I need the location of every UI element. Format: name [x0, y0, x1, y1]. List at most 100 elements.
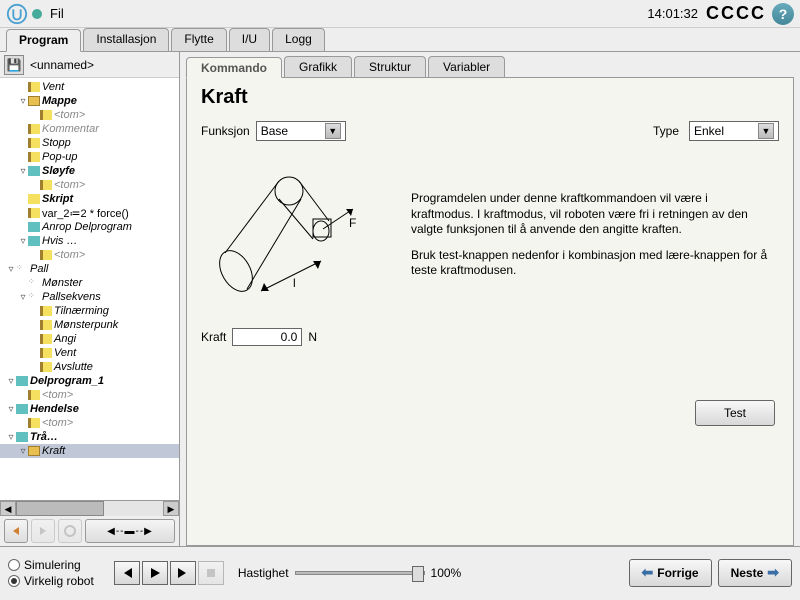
tab-program[interactable]: Program — [6, 29, 81, 52]
left-panel: 💾 <unnamed> Vent▿Mappe<tom>KommentarStop… — [0, 52, 180, 546]
radio-simulering[interactable]: Simulering — [8, 558, 94, 572]
tree-row[interactable]: Vent — [0, 80, 179, 94]
tree-row[interactable]: Tilnærming — [0, 304, 179, 318]
command-panel: Kraft Funksjon Base ▼ Type Enkel ▼ — [186, 78, 794, 546]
tree-row[interactable]: ▿Hvis … — [0, 234, 179, 248]
scroll-right-icon[interactable]: ▶ — [163, 501, 179, 516]
force-diagram: F l — [201, 161, 401, 321]
tree-row[interactable]: ▿⁘Pallsekvens — [0, 290, 179, 304]
test-button[interactable]: Test — [695, 400, 775, 426]
radio-virkelig[interactable]: Virkelig robot — [8, 574, 94, 588]
refresh-button[interactable] — [58, 519, 82, 543]
tree-hscroll[interactable]: ◀ ▶ — [0, 500, 179, 516]
skip-back-button[interactable] — [114, 561, 140, 585]
tree-row[interactable]: Kommentar — [0, 122, 179, 136]
tree-row[interactable]: <tom> — [0, 388, 179, 402]
footer: Simulering Virkelig robot Hastighet 100%… — [0, 546, 800, 598]
right-panel: Kommando Grafikk Struktur Variabler Kraf… — [180, 52, 800, 546]
prev-label: Forrige — [657, 566, 698, 580]
tree-row[interactable]: ▿Delprogram_1 — [0, 374, 179, 388]
funksjon-value: Base — [261, 124, 321, 138]
tree-row[interactable]: ▿Trå… — [0, 430, 179, 444]
tree-row[interactable]: ▿Hendelse — [0, 402, 179, 416]
subtab-grafikk[interactable]: Grafikk — [284, 56, 352, 77]
tree-row[interactable]: Skript — [0, 192, 179, 206]
kraft-label: Kraft — [201, 330, 226, 344]
subtab-kommando[interactable]: Kommando — [186, 57, 282, 78]
skip-forward-button[interactable] — [170, 561, 196, 585]
play-button[interactable] — [142, 561, 168, 585]
kraft-input[interactable] — [232, 328, 302, 346]
tree-row[interactable]: Angi — [0, 332, 179, 346]
tree-row[interactable]: ⁘Mønster — [0, 276, 179, 290]
slide-control[interactable]: ◀--▬--▶ — [85, 519, 175, 543]
speed-control: Hastighet 100% — [238, 566, 461, 580]
speed-value: 100% — [431, 566, 462, 580]
tree-row[interactable]: ▿Mappe — [0, 94, 179, 108]
type-dropdown[interactable]: Enkel ▼ — [689, 121, 779, 141]
program-header: 💾 <unnamed> — [0, 52, 179, 78]
tab-installasjon[interactable]: Installasjon — [83, 28, 169, 51]
radio-sim-label: Simulering — [24, 558, 81, 572]
tree-row[interactable]: <tom> — [0, 248, 179, 262]
type-value: Enkel — [694, 124, 754, 138]
tree-row[interactable]: var_2≔2 * force() — [0, 206, 179, 220]
tree-row[interactable]: Stopp — [0, 136, 179, 150]
next-button[interactable]: Neste➡ — [718, 559, 792, 587]
cccc-label: CCCC — [706, 3, 766, 24]
slider-thumb[interactable] — [412, 566, 424, 582]
speed-slider[interactable] — [295, 571, 425, 575]
chevron-down-icon: ▼ — [325, 123, 341, 139]
redo-button[interactable] — [31, 519, 55, 543]
playback-controls — [114, 561, 224, 585]
subtab-variabler[interactable]: Variabler — [428, 56, 505, 77]
tree-row[interactable]: Avslutte — [0, 360, 179, 374]
tree-row[interactable]: Anrop Delprogram — [0, 220, 179, 234]
chevron-down-icon: ▼ — [758, 123, 774, 139]
radio-icon — [8, 559, 20, 571]
tree-row[interactable]: <tom> — [0, 178, 179, 192]
tree-row[interactable]: ▿Kraft — [0, 444, 179, 458]
undo-button[interactable] — [4, 519, 28, 543]
desc-paragraph-2: Bruk test-knappen nedenfor i kombinasjon… — [411, 248, 769, 279]
scroll-left-icon[interactable]: ◀ — [0, 501, 16, 516]
help-icon[interactable]: ? — [772, 3, 794, 25]
program-name: <unnamed> — [30, 58, 94, 72]
tree-row[interactable]: Mønsterpunk — [0, 318, 179, 332]
save-icon[interactable]: 💾 — [4, 55, 24, 75]
tree-row[interactable]: <tom> — [0, 416, 179, 430]
tree-row[interactable]: Vent — [0, 346, 179, 360]
scroll-thumb[interactable] — [16, 501, 104, 516]
type-label: Type — [653, 124, 679, 138]
kraft-unit: N — [308, 330, 317, 344]
radio-icon — [8, 575, 20, 587]
next-label: Neste — [731, 566, 764, 580]
arrow-left-icon: ⬅ — [642, 564, 654, 581]
stop-button[interactable] — [198, 561, 224, 585]
tree-row[interactable]: <tom> — [0, 108, 179, 122]
status-dot — [32, 9, 42, 19]
file-menu[interactable]: Fil — [50, 6, 64, 21]
mode-radios: Simulering Virkelig robot — [8, 558, 94, 588]
tree-row[interactable]: ▿Sløyfe — [0, 164, 179, 178]
funksjon-dropdown[interactable]: Base ▼ — [256, 121, 346, 141]
clock: 14:01:32 — [647, 6, 698, 21]
titlebar: Fil 14:01:32 CCCC ? — [0, 0, 800, 28]
tree-row[interactable]: ▿⁘Pall — [0, 262, 179, 276]
tree-row[interactable]: Pop-up — [0, 150, 179, 164]
tab-flytte[interactable]: Flytte — [171, 28, 226, 51]
desc-paragraph-1: Programdelen under denne kraftkommandoen… — [411, 191, 769, 238]
tab-logg[interactable]: Logg — [272, 28, 325, 51]
tab-iu[interactable]: I/U — [229, 28, 270, 51]
subtab-struktur[interactable]: Struktur — [354, 56, 426, 77]
program-tree[interactable]: Vent▿Mappe<tom>KommentarStoppPop-up▿Sløy… — [0, 78, 179, 500]
main-tabs: Program Installasjon Flytte I/U Logg — [0, 28, 800, 52]
funksjon-label: Funksjon — [201, 124, 250, 138]
ur-logo — [6, 3, 28, 25]
svg-text:l: l — [293, 276, 296, 290]
arrow-right-icon: ➡ — [767, 564, 779, 581]
prev-button[interactable]: ⬅Forrige — [629, 559, 712, 587]
panel-title: Kraft — [201, 86, 779, 109]
scroll-track[interactable] — [16, 501, 163, 516]
radio-real-label: Virkelig robot — [24, 574, 94, 588]
